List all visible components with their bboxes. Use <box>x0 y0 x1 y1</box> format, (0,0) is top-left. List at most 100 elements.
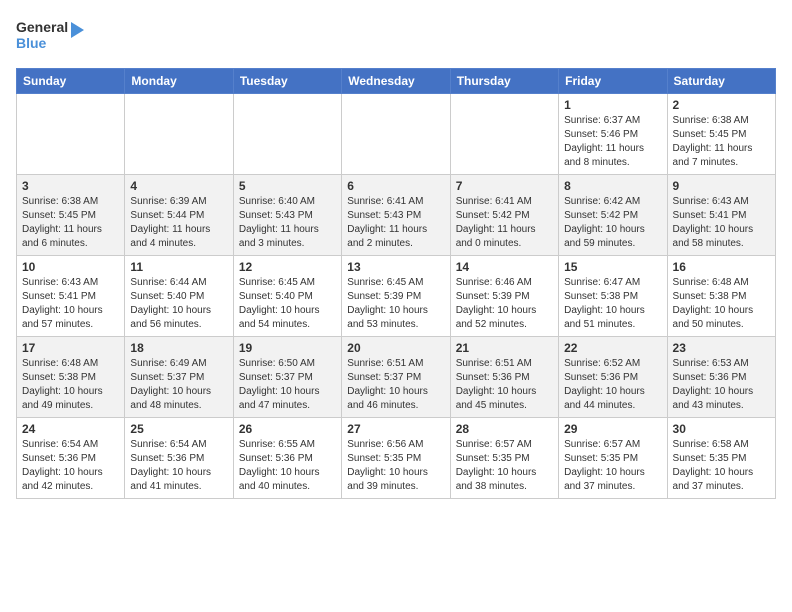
svg-text:General: General <box>16 19 68 35</box>
day-cell: 15 Sunrise: 6:47 AM Sunset: 5:38 PM Dayli… <box>559 256 667 337</box>
day-cell: 29 Sunrise: 6:57 AM Sunset: 5:35 PM Dayli… <box>559 418 667 499</box>
weekday-header-tuesday: Tuesday <box>233 69 341 94</box>
weekday-header-thursday: Thursday <box>450 69 558 94</box>
day-cell: 28 Sunrise: 6:57 AM Sunset: 5:35 PM Dayli… <box>450 418 558 499</box>
day-info: Sunrise: 6:49 AM Sunset: 5:37 PM Dayligh… <box>130 357 227 413</box>
day-number: 5 <box>239 179 336 193</box>
day-number: 16 <box>673 260 770 274</box>
day-number: 28 <box>456 422 553 436</box>
day-cell <box>17 94 125 175</box>
day-number: 21 <box>456 341 553 355</box>
day-info: Sunrise: 6:56 AM Sunset: 5:35 PM Dayligh… <box>347 438 444 494</box>
day-info: Sunrise: 6:43 AM Sunset: 5:41 PM Dayligh… <box>22 276 119 332</box>
day-cell: 19 Sunrise: 6:50 AM Sunset: 5:37 PM Dayli… <box>233 337 341 418</box>
header: GeneralBlue <box>16 16 776 56</box>
day-cell <box>450 94 558 175</box>
calendar: SundayMondayTuesdayWednesdayThursdayFrid… <box>16 68 776 499</box>
day-info: Sunrise: 6:54 AM Sunset: 5:36 PM Dayligh… <box>130 438 227 494</box>
day-cell: 13 Sunrise: 6:45 AM Sunset: 5:39 PM Dayli… <box>342 256 450 337</box>
day-number: 11 <box>130 260 227 274</box>
week-row-5: 24 Sunrise: 6:54 AM Sunset: 5:36 PM Dayli… <box>17 418 776 499</box>
day-cell: 5 Sunrise: 6:40 AM Sunset: 5:43 PM Daylig… <box>233 175 341 256</box>
day-info: Sunrise: 6:41 AM Sunset: 5:42 PM Dayligh… <box>456 195 553 251</box>
week-row-2: 3Sunrise: 6:38 AM Sunset: 5:45 PM Daylig… <box>17 175 776 256</box>
day-cell: 25 Sunrise: 6:54 AM Sunset: 5:36 PM Dayli… <box>125 418 233 499</box>
day-info: Sunrise: 6:47 AM Sunset: 5:38 PM Dayligh… <box>564 276 661 332</box>
day-number: 29 <box>564 422 661 436</box>
day-info: Sunrise: 6:37 AM Sunset: 5:46 PM Dayligh… <box>564 114 661 170</box>
day-info: Sunrise: 6:57 AM Sunset: 5:35 PM Dayligh… <box>456 438 553 494</box>
day-info: Sunrise: 6:45 AM Sunset: 5:39 PM Dayligh… <box>347 276 444 332</box>
day-info: Sunrise: 6:39 AM Sunset: 5:44 PM Dayligh… <box>130 195 227 251</box>
day-info: Sunrise: 6:41 AM Sunset: 5:43 PM Dayligh… <box>347 195 444 251</box>
weekday-header-friday: Friday <box>559 69 667 94</box>
logo: GeneralBlue <box>16 16 86 56</box>
day-info: Sunrise: 6:38 AM Sunset: 5:45 PM Dayligh… <box>22 195 119 251</box>
day-number: 2 <box>673 98 770 112</box>
day-cell: 27 Sunrise: 6:56 AM Sunset: 5:35 PM Dayli… <box>342 418 450 499</box>
day-cell: 26 Sunrise: 6:55 AM Sunset: 5:36 PM Dayli… <box>233 418 341 499</box>
day-cell: 11 Sunrise: 6:44 AM Sunset: 5:40 PM Dayli… <box>125 256 233 337</box>
day-number: 24 <box>22 422 119 436</box>
week-row-1: 1 Sunrise: 6:37 AM Sunset: 5:46 PM Daylig… <box>17 94 776 175</box>
day-number: 26 <box>239 422 336 436</box>
day-number: 17 <box>22 341 119 355</box>
day-info: Sunrise: 6:53 AM Sunset: 5:36 PM Dayligh… <box>673 357 770 413</box>
day-info: Sunrise: 6:52 AM Sunset: 5:36 PM Dayligh… <box>564 357 661 413</box>
day-number: 27 <box>347 422 444 436</box>
day-cell: 24 Sunrise: 6:54 AM Sunset: 5:36 PM Dayli… <box>17 418 125 499</box>
day-info: Sunrise: 6:58 AM Sunset: 5:35 PM Dayligh… <box>673 438 770 494</box>
day-cell: 22Sunrise: 6:52 AM Sunset: 5:36 PM Dayli… <box>559 337 667 418</box>
day-number: 30 <box>673 422 770 436</box>
day-info: Sunrise: 6:43 AM Sunset: 5:41 PM Dayligh… <box>673 195 770 251</box>
day-info: Sunrise: 6:40 AM Sunset: 5:43 PM Dayligh… <box>239 195 336 251</box>
day-cell: 12 Sunrise: 6:45 AM Sunset: 5:40 PM Dayli… <box>233 256 341 337</box>
day-number: 8 <box>564 179 661 193</box>
day-info: Sunrise: 6:51 AM Sunset: 5:37 PM Dayligh… <box>347 357 444 413</box>
weekday-header-saturday: Saturday <box>667 69 775 94</box>
weekday-header-monday: Monday <box>125 69 233 94</box>
day-info: Sunrise: 6:44 AM Sunset: 5:40 PM Dayligh… <box>130 276 227 332</box>
day-cell: 16 Sunrise: 6:48 AM Sunset: 5:38 PM Dayli… <box>667 256 775 337</box>
day-cell: 1 Sunrise: 6:37 AM Sunset: 5:46 PM Daylig… <box>559 94 667 175</box>
day-info: Sunrise: 6:48 AM Sunset: 5:38 PM Dayligh… <box>673 276 770 332</box>
day-number: 10 <box>22 260 119 274</box>
svg-text:Blue: Blue <box>16 35 47 51</box>
day-cell: 8Sunrise: 6:42 AM Sunset: 5:42 PM Daylig… <box>559 175 667 256</box>
day-info: Sunrise: 6:38 AM Sunset: 5:45 PM Dayligh… <box>673 114 770 170</box>
day-number: 12 <box>239 260 336 274</box>
day-number: 4 <box>130 179 227 193</box>
day-cell: 4 Sunrise: 6:39 AM Sunset: 5:44 PM Daylig… <box>125 175 233 256</box>
day-number: 19 <box>239 341 336 355</box>
weekday-header-sunday: Sunday <box>17 69 125 94</box>
day-cell: 10 Sunrise: 6:43 AM Sunset: 5:41 PM Dayli… <box>17 256 125 337</box>
day-number: 7 <box>456 179 553 193</box>
day-info: Sunrise: 6:57 AM Sunset: 5:35 PM Dayligh… <box>564 438 661 494</box>
day-info: Sunrise: 6:55 AM Sunset: 5:36 PM Dayligh… <box>239 438 336 494</box>
day-cell <box>233 94 341 175</box>
day-cell: 21Sunrise: 6:51 AM Sunset: 5:36 PM Dayli… <box>450 337 558 418</box>
day-number: 14 <box>456 260 553 274</box>
day-cell <box>125 94 233 175</box>
day-cell: 2 Sunrise: 6:38 AM Sunset: 5:45 PM Daylig… <box>667 94 775 175</box>
day-number: 15 <box>564 260 661 274</box>
day-cell: 18 Sunrise: 6:49 AM Sunset: 5:37 PM Dayli… <box>125 337 233 418</box>
day-info: Sunrise: 6:46 AM Sunset: 5:39 PM Dayligh… <box>456 276 553 332</box>
day-number: 13 <box>347 260 444 274</box>
day-cell: 17Sunrise: 6:48 AM Sunset: 5:38 PM Dayli… <box>17 337 125 418</box>
day-number: 25 <box>130 422 227 436</box>
day-info: Sunrise: 6:50 AM Sunset: 5:37 PM Dayligh… <box>239 357 336 413</box>
logo-svg: GeneralBlue <box>16 16 86 56</box>
day-number: 20 <box>347 341 444 355</box>
day-number: 6 <box>347 179 444 193</box>
day-number: 1 <box>564 98 661 112</box>
day-info: Sunrise: 6:45 AM Sunset: 5:40 PM Dayligh… <box>239 276 336 332</box>
day-cell: 20 Sunrise: 6:51 AM Sunset: 5:37 PM Dayli… <box>342 337 450 418</box>
day-cell: 9Sunrise: 6:43 AM Sunset: 5:41 PM Daylig… <box>667 175 775 256</box>
day-cell: 30 Sunrise: 6:58 AM Sunset: 5:35 PM Dayli… <box>667 418 775 499</box>
day-number: 18 <box>130 341 227 355</box>
day-cell: 6 Sunrise: 6:41 AM Sunset: 5:43 PM Daylig… <box>342 175 450 256</box>
day-cell: 7 Sunrise: 6:41 AM Sunset: 5:42 PM Daylig… <box>450 175 558 256</box>
day-cell: 14 Sunrise: 6:46 AM Sunset: 5:39 PM Dayli… <box>450 256 558 337</box>
day-info: Sunrise: 6:54 AM Sunset: 5:36 PM Dayligh… <box>22 438 119 494</box>
